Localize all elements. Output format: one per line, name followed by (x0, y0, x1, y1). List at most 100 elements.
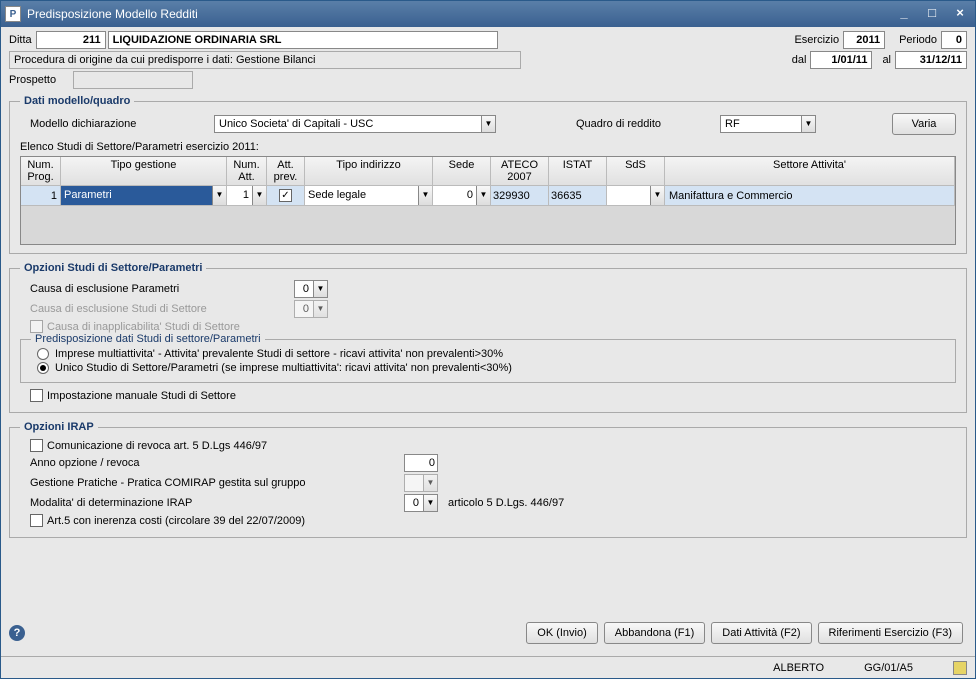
opzioni-studi-legend: Opzioni Studi di Settore/Parametri (20, 262, 206, 274)
chevron-down-icon[interactable]: ▼ (481, 116, 495, 132)
causa-sds-label: Causa di esclusione Studi di Settore (20, 303, 290, 315)
chevron-down-icon[interactable]: ▼ (212, 186, 226, 205)
cell-ateco: 329930 (491, 186, 549, 206)
ditta-num: 211 (36, 31, 106, 49)
chevron-down-icon[interactable]: ▼ (650, 186, 664, 205)
al-label: al (882, 54, 891, 66)
help-icon[interactable]: ? (9, 625, 25, 641)
close-button[interactable]: × (949, 6, 971, 22)
col-numprog[interactable]: Num. Prog. (21, 157, 61, 186)
causa-param-combo[interactable]: 0 ▼ (294, 280, 328, 298)
radio-unico[interactable] (37, 362, 49, 374)
modalita-value: 0 (405, 497, 423, 509)
prospetto-val (73, 71, 193, 89)
art5-label: Art.5 con inerenza costi (circolare 39 d… (47, 515, 305, 527)
sds-value (607, 186, 650, 205)
minimize-button[interactable]: _ (893, 6, 915, 22)
ditta-label: Ditta (9, 34, 32, 46)
com-revoca-checkbox[interactable] (30, 439, 43, 452)
tipogest-combo[interactable]: Parametri ▼ (61, 186, 226, 205)
status-code: GG/01/A5 (864, 662, 913, 674)
causa-param-value: 0 (295, 283, 313, 295)
abbandona-button[interactable]: Abbandona (F1) (604, 622, 706, 644)
sds-combo[interactable]: ▼ (607, 186, 664, 205)
col-istat[interactable]: ISTAT (549, 157, 607, 186)
anno-input[interactable] (404, 454, 438, 472)
radio-unico-label: Unico Studio di Settore/Parametri (se im… (55, 362, 512, 374)
col-attprev[interactable]: Att. prev. (267, 157, 305, 186)
chevron-down-icon[interactable]: ▼ (418, 186, 432, 205)
dal-val: 1/01/11 (810, 51, 872, 69)
procedura-label: Procedura di origine da cui predisporre … (9, 51, 521, 69)
periodo-val: 0 (941, 31, 967, 49)
chevron-down-icon[interactable]: ▼ (252, 186, 266, 205)
col-tipoind[interactable]: Tipo indirizzo (305, 157, 433, 186)
opzioni-irap-legend: Opzioni IRAP (20, 421, 98, 433)
tipogest-value: Parametri (61, 186, 212, 205)
ok-button[interactable]: OK (Invio) (526, 622, 598, 644)
varia-button[interactable]: Varia (892, 113, 956, 135)
col-sds[interactable]: SdS (607, 157, 665, 186)
cell-settore: Manifattura e Commercio (665, 186, 955, 206)
gestione-label: Gestione Pratiche - Pratica COMIRAP gest… (30, 477, 400, 489)
status-user: ALBERTO (773, 662, 824, 674)
chevron-down-icon[interactable]: ▼ (801, 116, 815, 132)
radio-multiattivita[interactable] (37, 348, 49, 360)
opzioni-irap-fieldset: Opzioni IRAP Comunicazione di revoca art… (9, 421, 967, 538)
modello-combo[interactable]: Unico Societa' di Capitali - USC ▼ (214, 115, 496, 133)
esercizio-val: 2011 (843, 31, 885, 49)
causa-inapp-label: Causa di inapplicabilita' Studi di Setto… (47, 321, 240, 333)
quadro-label: Quadro di reddito (576, 118, 716, 130)
predisposizione-fieldset: Predisposizione dati Studi di settore/Pa… (20, 339, 956, 383)
riferimenti-button[interactable]: Riferimenti Esercizio (F3) (818, 622, 963, 644)
causa-inapp-checkbox (30, 320, 43, 333)
cell-istat: 36635 (549, 186, 607, 206)
causa-sds-combo: 0 ▼ (294, 300, 328, 318)
cell-numprog: 1 (21, 186, 61, 206)
col-tipogest[interactable]: Tipo gestione (61, 157, 227, 186)
dati-modello-fieldset: Dati modello/quadro Modello dichiarazion… (9, 95, 967, 254)
modello-label: Modello dichiarazione (20, 118, 210, 130)
gestione-combo: ▼ (404, 474, 438, 492)
dati-attivita-button[interactable]: Dati Attività (F2) (711, 622, 811, 644)
al-val: 31/12/11 (895, 51, 967, 69)
tipoind-combo[interactable]: Sede legale ▼ (305, 186, 432, 205)
col-sede[interactable]: Sede (433, 157, 491, 186)
app-icon: P (5, 6, 21, 22)
disk-icon (953, 661, 967, 675)
periodo-label: Periodo (899, 34, 937, 46)
ditta-name: LIQUIDAZIONE ORDINARIA SRL (108, 31, 498, 49)
dal-label: dal (792, 54, 807, 66)
col-ateco[interactable]: ATECO 2007 (491, 157, 549, 186)
chevron-down-icon[interactable]: ▼ (423, 495, 437, 511)
elenco-label: Elenco Studi di Settore/Parametri eserci… (20, 141, 956, 153)
dati-modello-legend: Dati modello/quadro (20, 95, 134, 107)
modalita-combo[interactable]: 0 ▼ (404, 494, 438, 512)
quadro-combo[interactable]: RF ▼ (720, 115, 816, 133)
anno-label: Anno opzione / revoca (30, 457, 400, 469)
causa-param-label: Causa di esclusione Parametri (20, 283, 290, 295)
col-settore[interactable]: Settore Attivita' (665, 157, 955, 186)
numatt-value: 1 (227, 186, 252, 205)
com-revoca-label: Comunicazione di revoca art. 5 D.Lgs 446… (47, 440, 267, 452)
chevron-down-icon[interactable]: ▼ (313, 281, 327, 297)
modalita-desc: articolo 5 D.Lgs. 446/97 (448, 497, 564, 509)
art5-checkbox[interactable] (30, 514, 43, 527)
modello-value: Unico Societa' di Capitali - USC (215, 118, 481, 130)
chevron-down-icon[interactable]: ▼ (476, 186, 490, 205)
tipoind-value: Sede legale (305, 186, 418, 205)
maximize-button[interactable]: □ (921, 6, 943, 22)
imp-manuale-checkbox[interactable] (30, 389, 43, 402)
prospetto-label: Prospetto (9, 74, 69, 86)
col-numatt[interactable]: Num. Att. (227, 157, 267, 186)
predisposizione-legend: Predisposizione dati Studi di settore/Pa… (31, 333, 265, 345)
numatt-combo[interactable]: 1 ▼ (227, 186, 266, 205)
table-row[interactable]: 1 Parametri ▼ 1 ▼ (21, 186, 955, 206)
imp-manuale-label: Impostazione manuale Studi di Settore (47, 390, 236, 402)
modalita-label: Modalita' di determinazione IRAP (30, 497, 400, 509)
attprev-checkbox[interactable]: ✓ (279, 189, 292, 202)
studi-table: Num. Prog. Tipo gestione Num. Att. Att. … (20, 156, 956, 245)
sede-combo[interactable]: 0 ▼ (433, 186, 490, 205)
table-empty-area (21, 206, 955, 244)
window-title: Predisposizione Modello Redditi (27, 7, 893, 21)
